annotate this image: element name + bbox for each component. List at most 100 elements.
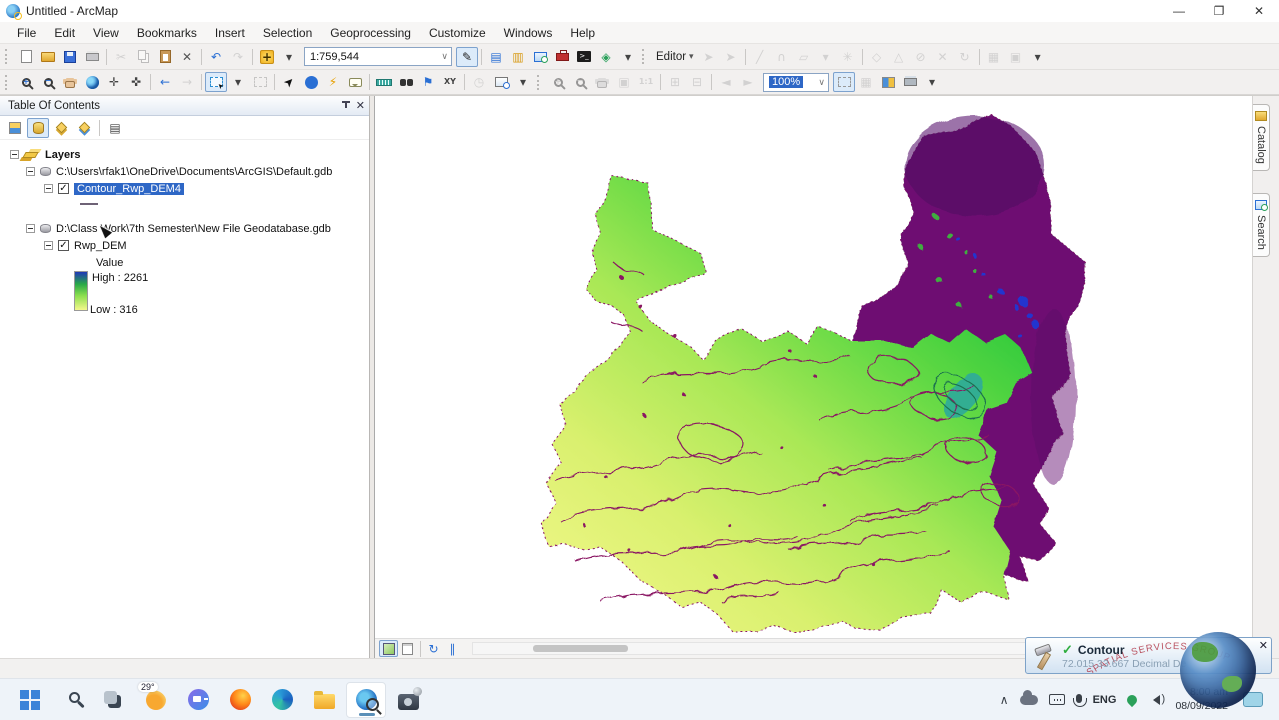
expander-icon[interactable] [44,184,53,193]
restore-button[interactable]: ❐ [1199,0,1239,22]
focus-data-frame-button[interactable]: ▦ [855,72,877,92]
zoom-in-button[interactable] [15,72,37,92]
data-view-button[interactable] [379,640,398,657]
arctoolbox-window-button[interactable] [551,47,573,67]
dem-color-ramp[interactable] [74,271,88,311]
pause-drawing-button[interactable]: ∥ [443,640,462,657]
go-forward-extent-button[interactable]: → [176,72,198,92]
menu-help[interactable]: Help [561,24,604,42]
taskbar-screen-recorder[interactable] [388,682,428,718]
list-by-source-button[interactable] [27,117,49,138]
select-elements-button[interactable]: ➤ [278,72,300,92]
taskbar-edge[interactable] [262,682,302,718]
tab-search[interactable]: Search [1253,192,1270,257]
toolbar-grip[interactable] [5,49,10,64]
taskbar-weather[interactable]: 29° [136,681,176,718]
menu-customize[interactable]: Customize [420,24,495,42]
editor-toolbar-overflow[interactable]: ▾ [1027,47,1049,67]
menu-windows[interactable]: Windows [495,24,562,42]
zoom-out-layout-button[interactable] [569,72,591,92]
fixed-zoom-out-button[interactable]: ✜ [125,72,147,92]
undo-button[interactable]: ↶ [205,47,227,67]
construction-tool[interactable]: ▱ [793,47,815,67]
full-extent-button[interactable] [81,72,103,92]
next-page-button[interactable]: ► [737,72,759,92]
toolbar-grip[interactable] [642,49,647,64]
menu-edit[interactable]: Edit [45,24,84,42]
toggle-draft-mode-button[interactable] [833,72,855,92]
data-driven-pages-button[interactable] [877,72,899,92]
menu-file[interactable]: File [8,24,45,42]
layer-label-selected[interactable]: Contour_Rwp_DEM4 [74,182,184,195]
sketch-properties-button[interactable]: ▣ [1005,47,1027,67]
reshape-feature-tool[interactable]: △ [888,47,910,67]
taskbar-start[interactable] [10,682,50,718]
new-document-button[interactable] [15,47,37,67]
endpoint-arc-tool[interactable]: ∩ [771,47,793,67]
expander-icon[interactable] [26,167,35,176]
redo-button[interactable]: ↷ [227,47,249,67]
paste-button[interactable] [154,47,176,67]
select-features-button[interactable] [205,72,227,92]
clear-selected-features-button[interactable] [249,72,271,92]
pan-button[interactable] [59,72,81,92]
editor-annotation-tool[interactable]: ➤ [720,47,742,67]
layout-view-button[interactable] [398,640,417,657]
taskbar-file-explorer[interactable] [304,682,344,718]
open-button[interactable] [37,47,59,67]
map-canvas[interactable] [375,96,1252,638]
toolbar-grip[interactable] [537,74,542,90]
identify-button[interactable] [300,72,322,92]
toast-close-icon[interactable]: ✕ [1259,639,1268,652]
layer-checkbox[interactable]: ✓ [58,240,69,251]
modelbuilder-button[interactable]: ◈ [595,47,617,67]
layout-zoom-combo[interactable]: 100% ∨ [763,72,829,92]
fixed-zoom-in-button[interactable]: ✛ [103,72,125,92]
map-scale-combo[interactable]: 1:759,544 ∨ [304,47,452,66]
data-frame-label[interactable]: Layers [45,149,80,161]
tray-chevron-icon[interactable]: ∧ [1000,693,1009,707]
rotate-tool[interactable]: ↻ [954,47,976,67]
editor-menu-button[interactable]: Editor [652,51,698,63]
minimize-button[interactable]: — [1159,0,1199,22]
fixed-zoom-out-layout-button[interactable]: ⊟ [686,72,708,92]
edit-vertices-tool[interactable]: ◇ [866,47,888,67]
taskbar-arcmap[interactable] [346,681,386,718]
pin-icon[interactable] [341,101,350,110]
straight-segment-tool[interactable]: ╱ [749,47,771,67]
copy-button[interactable] [132,47,154,67]
zoom-out-button[interactable] [37,72,59,92]
previous-page-button[interactable]: ◄ [715,72,737,92]
zoom-whole-page-button[interactable]: ▣ [613,72,635,92]
tools-toolbar-overflow[interactable]: ▾ [512,72,534,92]
expander-icon[interactable] [10,150,19,159]
microphone-icon[interactable] [1072,693,1087,707]
find-button[interactable] [395,72,417,92]
taskbar-chat[interactable] [178,682,218,718]
standard-toolbar-overflow[interactable]: ▾ [617,47,639,67]
taskbar-firefox[interactable] [220,682,260,718]
toast-title[interactable]: Contour [1078,643,1125,657]
split-tool[interactable]: ✕ [932,47,954,67]
list-by-drawing-order-button[interactable] [4,118,26,138]
scrollbar-thumb[interactable] [533,645,628,652]
list-by-selection-button[interactable] [73,118,95,138]
pan-layout-button[interactable] [591,72,613,92]
cut-polygons-tool[interactable]: ⊘ [910,47,932,67]
layer-label[interactable]: Rwp_DEM [74,240,127,252]
expander-icon[interactable] [26,224,35,233]
table-of-contents-window-button[interactable]: ▤ [485,47,507,67]
expander-icon[interactable] [44,241,53,250]
taskbar-search[interactable] [52,682,92,718]
contour-line-symbol[interactable] [80,203,98,205]
print-button[interactable] [81,47,103,67]
add-data-button[interactable]: + [256,47,278,67]
location-icon[interactable] [1125,692,1140,707]
list-by-visibility-button[interactable] [50,118,72,138]
point-tool[interactable]: ✳ [837,47,859,67]
find-route-button[interactable]: ⚑ [417,72,439,92]
onedrive-icon[interactable] [1019,689,1038,705]
toc-close-icon[interactable]: ✕ [356,99,365,112]
zoom-100-button[interactable]: 1:1 [635,72,657,92]
fixed-zoom-in-layout-button[interactable]: ⊞ [664,72,686,92]
